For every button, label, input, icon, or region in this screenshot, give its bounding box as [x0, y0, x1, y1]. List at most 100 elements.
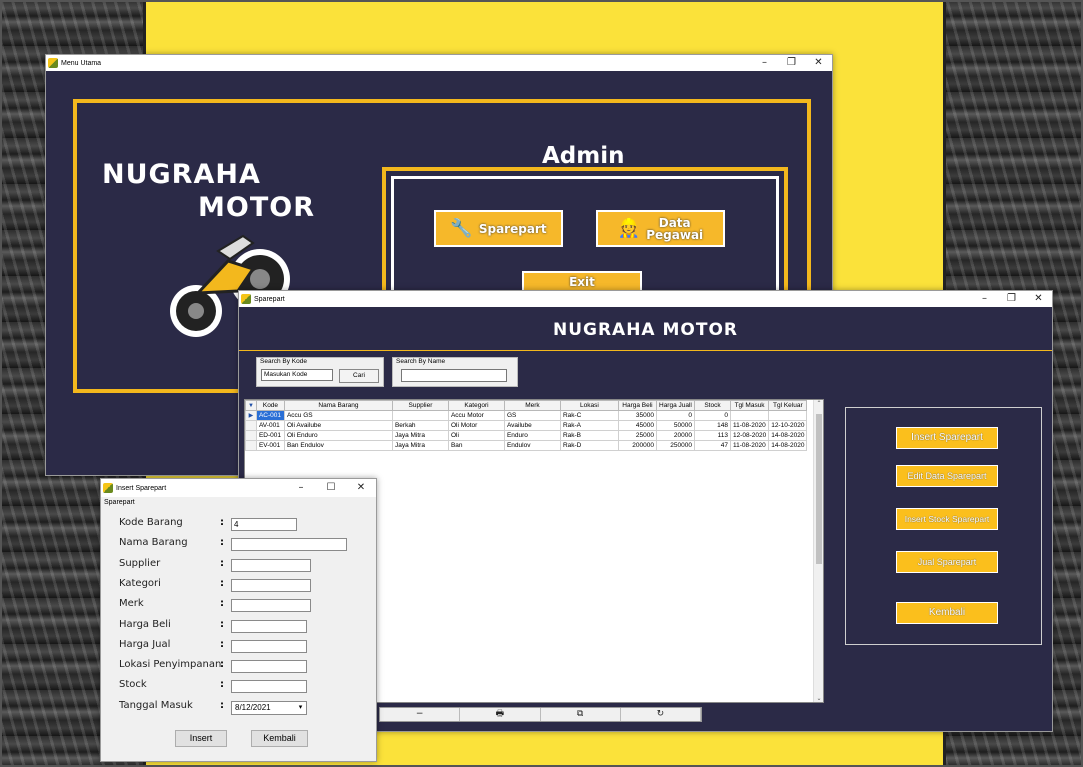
table-cell[interactable]: Berkah: [391, 420, 449, 431]
table-cell[interactable]: Ban Endulov: [283, 440, 393, 451]
edit-data-sparepart-button[interactable]: Edit Data Sparepart: [896, 465, 998, 487]
table-cell[interactable]: 45000: [617, 420, 657, 431]
table-cell[interactable]: Oli: [447, 430, 505, 441]
restore-icon[interactable]: ❐: [778, 55, 805, 71]
table-cell[interactable]: [729, 410, 770, 421]
field-input[interactable]: [231, 639, 307, 653]
column-header[interactable]: Kode: [255, 400, 285, 411]
column-header[interactable]: Lokasi: [559, 400, 619, 411]
table-cell[interactable]: AV-001: [255, 420, 285, 431]
table-cell[interactable]: 25000: [617, 430, 657, 441]
table-cell[interactable]: AC-001: [255, 410, 285, 421]
table-cell[interactable]: 20000: [655, 430, 695, 441]
table-cell[interactable]: GS: [503, 410, 561, 421]
maximize-icon[interactable]: ☐: [316, 479, 346, 495]
table-cell[interactable]: 14-08-2020: [768, 440, 808, 451]
table-cell[interactable]: Rak-B: [559, 430, 619, 441]
table-row[interactable]: ▶ AC-001 Accu GS Accu Motor GS Rak-C 35000 0 0: [245, 410, 808, 421]
minimize-icon[interactable]: –: [286, 479, 316, 495]
insert-stock-sparepart-button[interactable]: Insert Stock Sparepart: [896, 508, 998, 530]
scroll-down-icon[interactable]: ⌄: [814, 695, 824, 702]
table-cell[interactable]: Endulov: [503, 440, 561, 451]
table-cell[interactable]: Enduro: [503, 430, 561, 441]
table-cell[interactable]: EV-001: [255, 440, 285, 451]
table-cell[interactable]: 12-10-2020: [768, 420, 808, 431]
table-cell[interactable]: 11-08-2020: [729, 440, 770, 451]
field-input[interactable]: [231, 578, 311, 592]
table-cell[interactable]: Rak-D: [559, 440, 619, 451]
table-cell[interactable]: Oli Enduro: [283, 430, 393, 441]
row-header[interactable]: [245, 420, 257, 431]
refresh-icon[interactable]: ↻: [621, 708, 701, 721]
jual-sparepart-button[interactable]: Jual Sparepart: [896, 551, 998, 573]
table-cell[interactable]: 12-08-2020: [729, 430, 770, 441]
chevron-down-icon[interactable]: ▾: [296, 703, 305, 713]
table-cell[interactable]: Oli Availube: [283, 420, 393, 431]
menu-titlebar[interactable]: Menu Utama – ❐ ✕: [46, 55, 832, 71]
table-cell[interactable]: Availube: [503, 420, 561, 431]
row-header[interactable]: [245, 430, 257, 441]
field-input[interactable]: [231, 599, 311, 613]
cari-button[interactable]: Cari: [339, 369, 379, 383]
column-header[interactable]: Supplier: [391, 400, 449, 411]
field-input[interactable]: [231, 680, 307, 694]
table-cell[interactable]: 11-08-2020: [729, 420, 770, 431]
insert-titlebar[interactable]: Insert Sparepart – ☐ ✕: [101, 479, 376, 497]
table-cell[interactable]: 50000: [655, 420, 695, 431]
tanggal-masuk-datepicker[interactable]: 8/12/2021 ▾: [231, 700, 307, 715]
table-cell[interactable]: Accu GS: [283, 410, 393, 421]
column-header[interactable]: Merk: [503, 400, 561, 411]
table-cell[interactable]: Jaya Mitra: [391, 430, 449, 441]
sparepart-button[interactable]: 🔧 Sparepart: [434, 210, 563, 247]
table-cell[interactable]: 200000: [617, 440, 657, 451]
table-cell[interactable]: 250000: [655, 440, 695, 451]
table-cell[interactable]: Accu Motor: [447, 410, 505, 421]
field-input[interactable]: [231, 619, 307, 633]
table-cell[interactable]: Rak-C: [559, 410, 619, 421]
column-header[interactable]: Tgl Masuk: [729, 400, 770, 411]
table-cell[interactable]: ED-001: [255, 430, 285, 441]
table-row[interactable]: EV-001 Ban Endulov Jaya Mitra Ban Endulov Rak…: [245, 440, 808, 451]
column-header[interactable]: Harga Beli: [617, 400, 657, 411]
kode-search-input[interactable]: Masukan Kode: [261, 369, 333, 381]
grid-vertical-scrollbar[interactable]: ⌃ ⌄: [813, 400, 823, 702]
table-cell[interactable]: Ban: [447, 440, 505, 451]
table-cell[interactable]: Rak-A: [559, 420, 619, 431]
column-header[interactable]: Stock: [693, 400, 731, 411]
current-row-indicator-icon[interactable]: ▶: [245, 410, 257, 421]
table-cell[interactable]: 148: [693, 420, 731, 431]
field-input[interactable]: [231, 660, 307, 674]
print-icon[interactable]: 🖶: [460, 708, 541, 721]
kembali-button[interactable]: Kembali: [896, 602, 998, 624]
table-cell[interactable]: [768, 410, 808, 421]
table-cell[interactable]: 47: [693, 440, 731, 451]
restore-icon[interactable]: ❐: [998, 291, 1025, 307]
column-header[interactable]: Kategori: [447, 400, 505, 411]
table-cell[interactable]: Oli Motor: [447, 420, 505, 431]
field-input[interactable]: 4: [231, 518, 297, 531]
copy-icon[interactable]: ⧉: [541, 708, 621, 721]
scroll-up-icon[interactable]: ⌃: [814, 400, 824, 407]
close-icon[interactable]: ✕: [346, 479, 376, 495]
minimize-icon[interactable]: –: [751, 55, 778, 71]
column-header[interactable]: Nama Barang: [283, 400, 393, 411]
field-input[interactable]: [231, 558, 311, 572]
sparepart-titlebar[interactable]: Sparepart – ❐ ✕: [239, 291, 1052, 307]
row-header[interactable]: [245, 440, 257, 451]
table-cell[interactable]: 0: [655, 410, 695, 421]
data-pegawai-button[interactable]: 👷 Data Pegawai: [596, 210, 725, 247]
table-cell[interactable]: Jaya Mitra: [391, 440, 449, 451]
table-cell[interactable]: 35000: [617, 410, 657, 421]
scrollbar-thumb[interactable]: [816, 414, 822, 564]
field-input[interactable]: [231, 538, 347, 552]
table-cell[interactable]: 0: [693, 410, 731, 421]
column-header[interactable]: Tgl Keluar: [768, 400, 808, 411]
table-row[interactable]: ED-001 Oli Enduro Jaya Mitra Oli Enduro Rak-B…: [245, 430, 808, 441]
delete-record-icon[interactable]: −: [380, 708, 461, 721]
kembali-button[interactable]: Kembali: [251, 730, 308, 747]
table-cell[interactable]: 14-08-2020: [768, 430, 808, 441]
insert-sparepart-button[interactable]: Insert Sparepart: [896, 427, 998, 449]
name-search-input[interactable]: [401, 369, 507, 382]
table-cell[interactable]: [391, 410, 449, 421]
minimize-icon[interactable]: –: [971, 291, 998, 307]
